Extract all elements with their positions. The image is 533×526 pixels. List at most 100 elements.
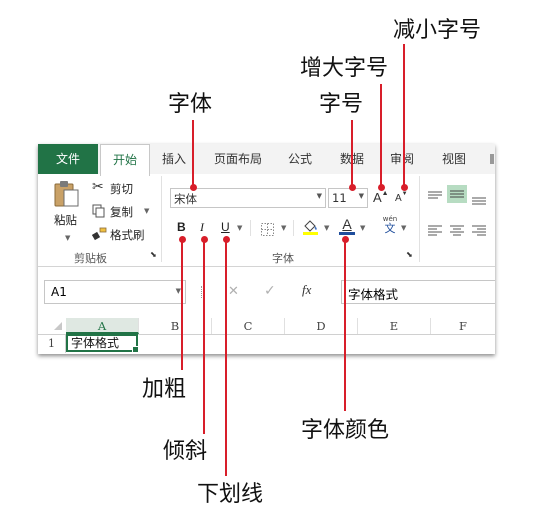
tab-review[interactable]: 审阅	[384, 144, 420, 174]
grow-font-callout-dot	[377, 183, 385, 191]
grow-font-button[interactable]: A▲	[373, 190, 389, 205]
font-name-value: 宋体	[174, 192, 197, 206]
paste-dropdown-arrow[interactable]: ▼	[65, 234, 70, 242]
grow-font-icon: A	[373, 190, 382, 205]
copy-dropdown-arrow[interactable]: ▼	[144, 207, 149, 215]
shrink-font-callout-label: 减小字号	[393, 18, 482, 43]
enter-icon[interactable]: ✓	[264, 283, 276, 299]
phonetic-guide-button[interactable]: wén 文	[380, 215, 400, 235]
italic-callout-line	[203, 239, 205, 434]
column-header-a[interactable]: A	[66, 318, 139, 334]
font-callout-label: 字体	[168, 92, 213, 117]
format-painter-label: 格式刷	[110, 228, 145, 242]
bold-button[interactable]: B	[177, 220, 186, 234]
shrink-font-icon: A	[395, 193, 402, 204]
column-header-f[interactable]: F	[431, 318, 495, 334]
font-color-button[interactable]: A	[338, 216, 356, 235]
excel-window: 文件 开始 插入 页面布局 公式 数据 审阅 视图 粘贴 ▼ ✂ 剪切 复制 ▼	[38, 144, 495, 354]
tab-formulas[interactable]: 公式	[282, 144, 318, 174]
align-center-button[interactable]	[450, 222, 464, 241]
group-separator	[161, 176, 162, 262]
fill-handle[interactable]	[132, 346, 139, 353]
font-name-dropdown-arrow[interactable]: ▼	[317, 192, 322, 200]
tab-file[interactable]: 文件	[38, 144, 98, 174]
middle-align-button[interactable]	[447, 185, 467, 203]
cut-label: 剪切	[110, 182, 133, 196]
font-color-callout-line	[344, 239, 346, 411]
fill-color-dropdown-arrow[interactable]: ▼	[324, 224, 329, 232]
selected-cell-a1[interactable]: 字体格式	[66, 334, 139, 353]
phonetic-char: 文	[384, 222, 396, 235]
underline-button[interactable]: U	[221, 220, 230, 234]
font-name-combobox[interactable]: 宋体 ▼	[170, 188, 326, 208]
copy-icon	[92, 204, 105, 218]
underline-callout-line	[225, 239, 227, 476]
paste-icon	[54, 181, 79, 207]
underline-dropdown-arrow[interactable]: ▼	[237, 224, 242, 232]
grow-font-callout-line	[380, 84, 382, 187]
cell-a1-value: 字体格式	[71, 336, 120, 350]
clipboard-group-label: 剪贴板	[74, 252, 107, 265]
row-header-1[interactable]: 1	[38, 335, 66, 353]
tab-view[interactable]: 视图	[436, 144, 472, 174]
select-all-icon[interactable]	[54, 322, 62, 330]
shrink-font-button[interactable]: A▼	[395, 191, 408, 204]
bold-callout-dot	[178, 235, 186, 243]
borders-dropdown-arrow[interactable]: ▼	[281, 224, 286, 232]
borders-button[interactable]	[261, 221, 274, 240]
font-callout-line	[192, 120, 194, 187]
align-right-icon	[472, 225, 486, 236]
tab-overflow-indicator	[490, 154, 494, 164]
column-header-d[interactable]: D	[285, 318, 358, 334]
italic-button[interactable]: I	[200, 220, 204, 235]
group-separator	[419, 176, 420, 262]
italic-callout-label: 倾斜	[163, 439, 208, 464]
grow-font-caret-icon: ▲	[381, 190, 389, 197]
align-left-button[interactable]	[428, 222, 442, 241]
cancel-icon[interactable]: ✕	[228, 284, 239, 299]
column-header-e[interactable]: E	[358, 318, 431, 334]
font-size-combobox[interactable]: 11 ▼	[328, 188, 368, 208]
formula-input-value: 字体格式	[348, 287, 399, 302]
top-align-button[interactable]	[428, 188, 442, 207]
middle-align-icon	[450, 190, 464, 198]
font-size-callout-dot	[348, 183, 356, 191]
column-header-c[interactable]: C	[212, 318, 285, 334]
font-size-value: 11	[332, 191, 347, 205]
tab-insert[interactable]: 插入	[156, 144, 192, 174]
borders-icon	[261, 223, 274, 236]
fill-color-button[interactable]	[302, 218, 320, 240]
underline-callout-label: 下划线	[197, 482, 264, 507]
underline-callout-dot	[222, 235, 230, 243]
paste-button[interactable]: 粘贴	[52, 178, 80, 227]
clipboard-dialog-launcher-icon[interactable]: ⬊	[150, 250, 157, 259]
font-size-dropdown-arrow[interactable]: ▼	[359, 192, 364, 200]
copy-label: 复制	[110, 205, 133, 219]
name-box[interactable]: A1 ▼	[44, 280, 186, 304]
font-color-callout-dot	[341, 235, 349, 243]
bottom-align-button[interactable]	[472, 191, 486, 210]
tab-home[interactable]: 开始	[100, 144, 150, 176]
grow-font-callout-label: 增大字号	[300, 56, 389, 81]
top-align-icon	[428, 191, 442, 199]
column-header-b[interactable]: B	[139, 318, 212, 334]
bold-callout-label: 加粗	[142, 377, 187, 402]
align-right-button[interactable]	[472, 222, 486, 241]
toolbar-separator	[250, 220, 251, 236]
paint-bucket-icon	[303, 220, 318, 235]
font-callout-dot	[189, 183, 197, 191]
font-dialog-launcher-icon[interactable]: ⬊	[406, 250, 413, 259]
font-size-callout-line	[351, 120, 353, 187]
shrink-font-callout-line	[403, 44, 405, 187]
shrink-font-caret-icon: ▼	[401, 191, 408, 197]
tab-page-layout[interactable]: 页面布局	[208, 144, 268, 174]
insert-function-icon[interactable]: fx	[302, 282, 311, 298]
phonetic-dropdown-arrow[interactable]: ▼	[401, 224, 406, 232]
bold-callout-line	[181, 239, 183, 370]
font-color-dropdown-arrow[interactable]: ▼	[360, 224, 365, 232]
name-box-value: A1	[51, 285, 67, 299]
font-color-bar	[339, 232, 355, 235]
bottom-align-icon	[472, 197, 486, 205]
formula-input[interactable]: 字体格式	[341, 280, 495, 304]
format-painter-icon	[92, 227, 107, 241]
